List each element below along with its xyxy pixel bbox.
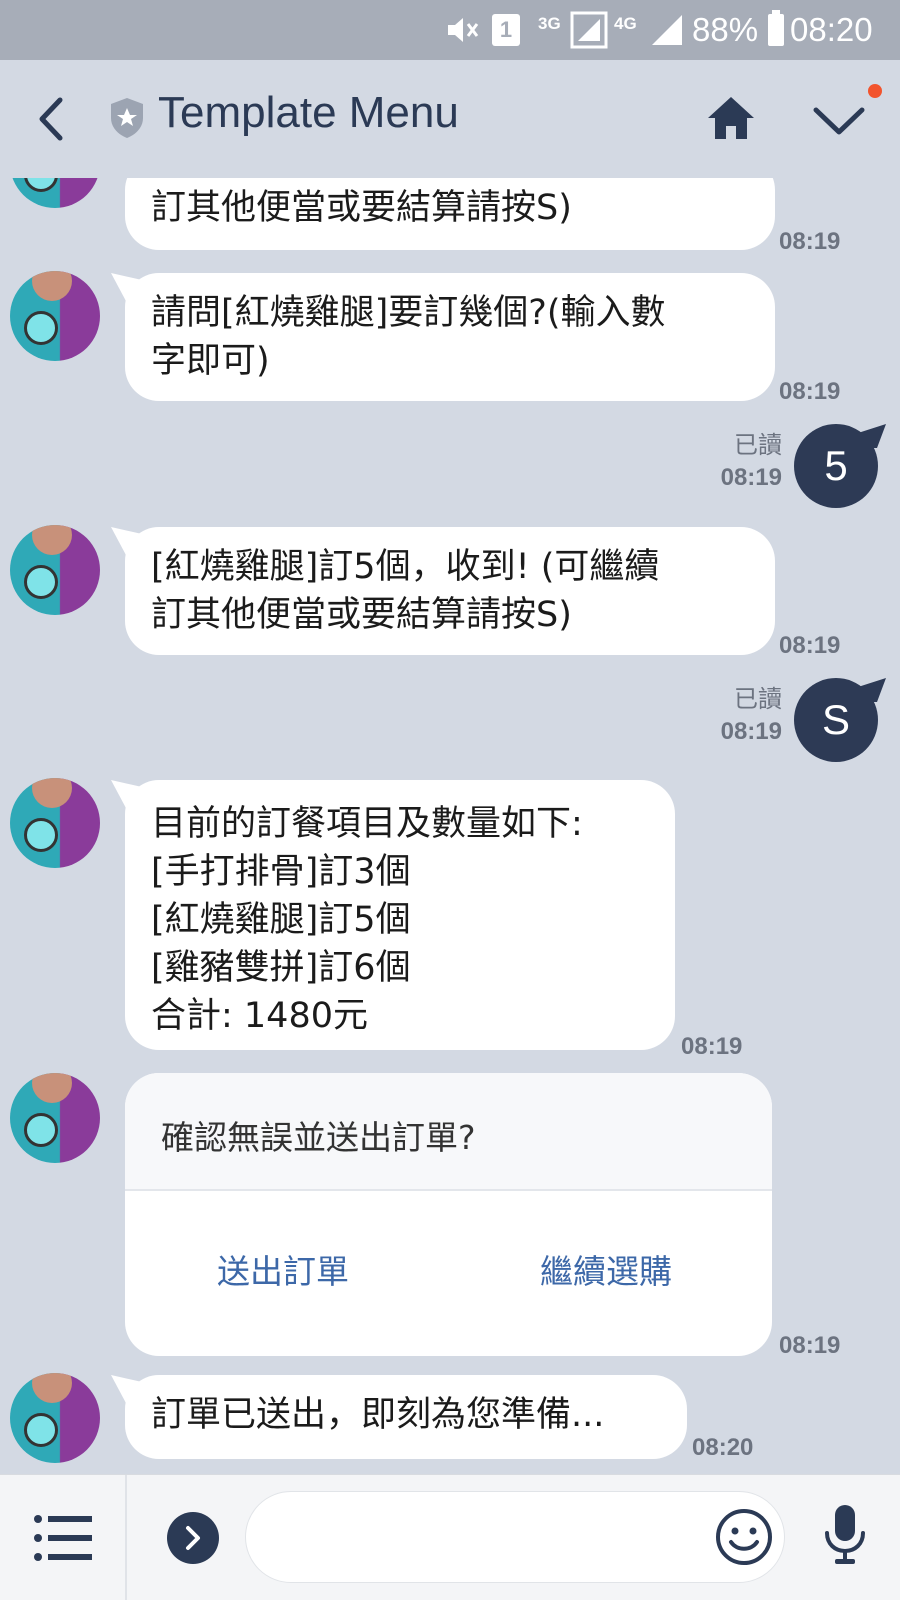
read-label: 已讀 (734, 686, 782, 713)
home-icon[interactable] (706, 94, 756, 146)
order-summary-bubble: 目前的訂餐項目及數量如下: [手打排骨]訂3個 [紅燒雞腿]訂5個 [雞豬雙拼]… (125, 780, 675, 1050)
status-bar: 1 3G 4G 88% 08:20 (0, 0, 900, 60)
read-label: 已讀 (734, 432, 782, 459)
signal-3g-icon (570, 0, 608, 60)
message-time: 08:20 (692, 1434, 754, 1461)
notification-dot (868, 84, 882, 98)
continue-shopping-button[interactable]: 繼續選購 (540, 1245, 672, 1293)
message-time: 08:19 (720, 464, 782, 491)
signal-4g-icon (650, 0, 684, 60)
avatar[interactable] (10, 1373, 100, 1463)
confirm-question: 確認無誤並送出訂單? (125, 1073, 772, 1191)
avatar[interactable] (10, 1073, 100, 1163)
message-input[interactable] (245, 1491, 785, 1583)
chevron-down-icon[interactable] (812, 104, 866, 142)
sim-number: 1 (492, 14, 520, 46)
input-bar (0, 1474, 900, 1600)
message-bubble: 訂單已送出，即刻為您準備... (125, 1375, 687, 1459)
status-time: 08:20 (790, 11, 873, 48)
message-time: 08:19 (779, 632, 841, 659)
read-receipt: 已讀 08:19 (690, 430, 782, 494)
network-3g-label: 3G (538, 14, 561, 33)
battery-percent: 88% (692, 11, 759, 48)
divider (125, 1475, 127, 1600)
chat-area[interactable]: 訂其他便當或要結算請按S) 08:19 請問[紅燒雞腿]要訂幾個?(輸入數 字即… (0, 178, 900, 1474)
avatar[interactable] (10, 525, 100, 615)
battery-icon (768, 0, 784, 60)
message-bubble: [紅燒雞腿]訂5個，收到! (可繼續 訂其他便當或要結算請按S) (125, 527, 775, 655)
read-receipt: 已讀 08:19 (690, 684, 782, 748)
send-order-button[interactable]: 送出訂單 (217, 1245, 349, 1293)
microphone-icon[interactable] (822, 1503, 868, 1571)
message-time: 08:19 (720, 718, 782, 745)
user-message-bubble: S (794, 678, 878, 762)
message-time: 08:19 (779, 228, 841, 255)
expand-arrow-icon[interactable] (167, 1512, 219, 1564)
avatar[interactable] (10, 778, 100, 868)
message-bubble: 訂其他便當或要結算請按S) (125, 178, 775, 250)
message-time: 08:19 (779, 378, 841, 405)
shield-star-icon (108, 96, 146, 144)
back-icon[interactable] (30, 94, 74, 144)
message-time: 08:19 (779, 1332, 841, 1359)
avatar[interactable] (10, 178, 100, 208)
network-4g-label: 4G (614, 14, 637, 33)
confirm-card: 確認無誤並送出訂單? 送出訂單 繼續選購 (125, 1073, 772, 1356)
menu-list-icon[interactable] (34, 1515, 92, 1565)
message-time: 08:19 (681, 1033, 743, 1060)
chat-header: Template Menu (0, 60, 900, 178)
message-bubble: 請問[紅燒雞腿]要訂幾個?(輸入數 字即可) (125, 273, 775, 401)
mute-icon (444, 0, 480, 60)
chat-title: Template Menu (158, 88, 459, 137)
emoji-icon[interactable] (715, 1508, 773, 1570)
sim-icon: 1 (492, 0, 520, 60)
user-message-bubble: 5 (794, 424, 878, 508)
avatar[interactable] (10, 271, 100, 361)
